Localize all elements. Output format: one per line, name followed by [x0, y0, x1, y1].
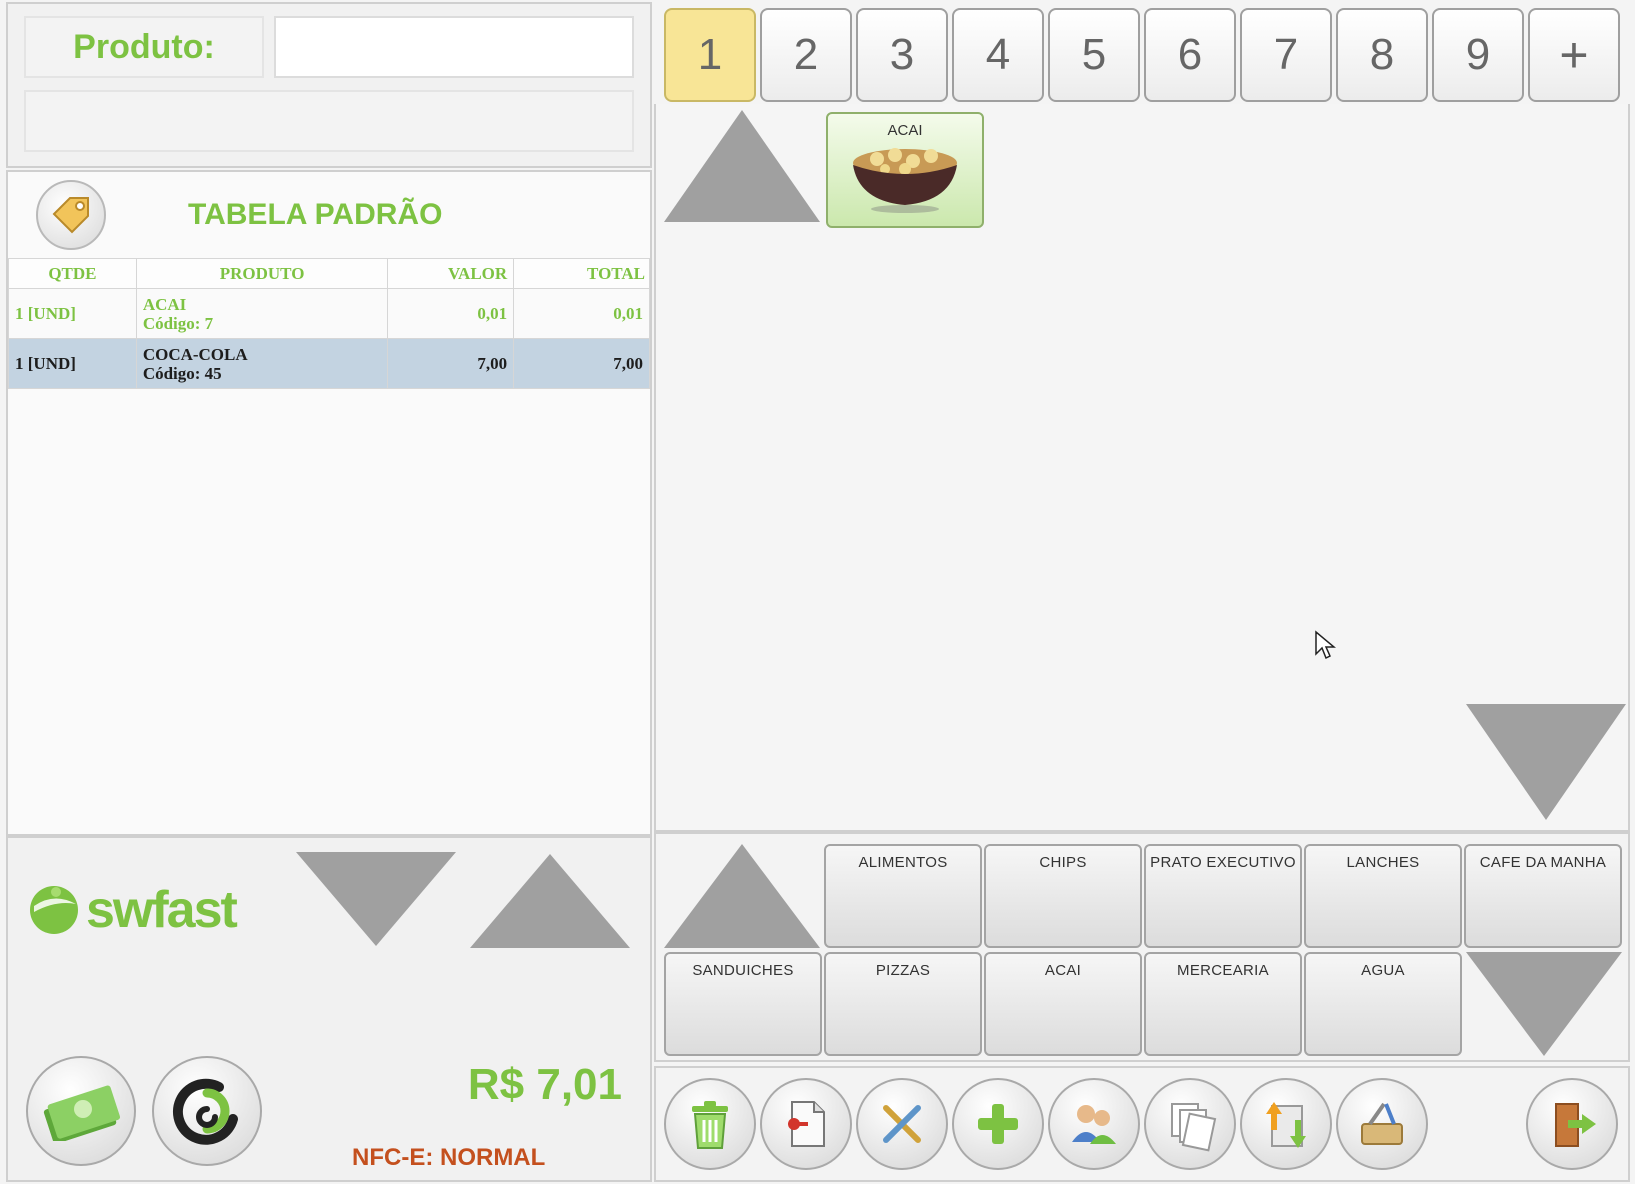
product-description-field	[24, 90, 634, 152]
trash-icon	[692, 1101, 728, 1149]
item-value: 0,01	[387, 288, 515, 339]
tab-8[interactable]: 8	[1336, 8, 1428, 102]
category-sanduiches[interactable]: SANDUICHES	[664, 952, 822, 1056]
nfce-status: NFC-E: NORMAL	[352, 1144, 546, 1171]
products-scroll-up-arrow[interactable]	[664, 110, 820, 222]
toolbox-icon	[1361, 1102, 1403, 1145]
exit-button[interactable]	[1526, 1078, 1618, 1170]
users-icon	[1072, 1105, 1116, 1144]
exit-door-icon	[1555, 1103, 1596, 1147]
pos-window: { "product_entry": { "label": "Produto:"…	[0, 0, 1635, 1184]
category-lanches[interactable]: LANCHES	[1304, 844, 1462, 948]
item-product: COCA-COLA Código: 45	[135, 338, 389, 389]
category-acai[interactable]: ACAI	[984, 952, 1142, 1056]
action-toolbar	[654, 1066, 1630, 1182]
acai-bowl-image	[853, 148, 957, 213]
tools-button[interactable]	[1336, 1078, 1428, 1170]
item-total: 0,01	[513, 288, 650, 339]
table-row[interactable]: 1 [UND] COCA-COLA Código: 45 7,00 7,00	[8, 338, 650, 389]
mouse-cursor-icon	[1315, 630, 1336, 660]
category-prato-executivo[interactable]: PRATO EXECUTIVO	[1144, 844, 1302, 948]
column-header-qty: QTDE	[8, 258, 137, 289]
category-cafe-da-manha[interactable]: CAFE DA MANHA	[1464, 844, 1622, 948]
swfast-action-button[interactable]	[152, 1056, 262, 1166]
product-tile-acai[interactable]: ACAI	[826, 112, 984, 228]
item-code: Código: 7	[142, 313, 214, 333]
product-entry-panel: Produto:	[6, 2, 652, 168]
swfast-swirl-icon	[172, 1078, 238, 1145]
column-header-value: VALOR	[387, 258, 515, 289]
customers-button[interactable]	[1048, 1078, 1140, 1170]
cross-tools-icon	[883, 1105, 921, 1143]
category-pizzas[interactable]: PIZZAS	[824, 952, 982, 1056]
item-qty: 1 [UND]	[8, 288, 137, 339]
tab-add[interactable]: +	[1528, 8, 1620, 102]
price-table-title: TABELA PADRÃO	[188, 198, 443, 231]
item-value: 7,00	[387, 338, 515, 389]
document-button[interactable]	[760, 1078, 852, 1170]
logo-text: swfast	[86, 881, 238, 939]
product-label: Produto:	[24, 16, 264, 78]
transfer-button[interactable]	[1240, 1078, 1332, 1170]
item-name: COCA-COLA	[142, 344, 248, 364]
table-row[interactable]: 1 [UND] ACAI Código: 7 0,01 0,01	[8, 288, 650, 339]
items-table: QTDE PRODUTO VALOR TOTAL 1 [UND] ACAI Có…	[8, 258, 650, 389]
plus-icon	[978, 1104, 1018, 1144]
tab-2[interactable]: 2	[760, 8, 852, 102]
cash-money-icon	[43, 1085, 121, 1141]
cancel-tools-button[interactable]	[856, 1078, 948, 1170]
tab-6[interactable]: 6	[1144, 8, 1236, 102]
item-total: 7,00	[513, 338, 650, 389]
price-tag-icon	[52, 197, 89, 234]
scroll-down-arrow[interactable]	[296, 852, 456, 946]
transfer-arrows-icon	[1266, 1102, 1306, 1148]
products-scroll-down-arrow[interactable]	[1466, 704, 1626, 820]
categories-scroll-down-arrow[interactable]	[1466, 952, 1622, 1056]
payment-button[interactable]	[26, 1056, 136, 1166]
tab-9[interactable]: 9	[1432, 8, 1524, 102]
category-chips[interactable]: CHIPS	[984, 844, 1142, 948]
item-product: ACAI Código: 7	[135, 288, 389, 339]
scroll-up-arrow[interactable]	[470, 854, 630, 948]
product-input[interactable]	[274, 16, 634, 78]
total-amount: R$ 7,01	[467, 1060, 622, 1109]
tab-1[interactable]: 1	[664, 8, 756, 102]
swfast-logo: swfast	[26, 880, 238, 940]
tab-7[interactable]: 7	[1240, 8, 1332, 102]
categories-panel: ALIMENTOS CHIPS PRATO EXECUTIVO LANCHES …	[654, 832, 1630, 1062]
item-name: ACAI	[142, 294, 187, 314]
column-header-total: TOTAL	[513, 258, 650, 289]
tab-5[interactable]: 5	[1048, 8, 1140, 102]
swfast-logo-icon	[30, 886, 78, 934]
delete-button[interactable]	[664, 1078, 756, 1170]
pages-icon	[1171, 1103, 1217, 1152]
page-tabs: 1 2 3 4 5 6 7 8 9 +	[662, 8, 1628, 104]
items-panel: TABELA PADRÃO QTDE PRODUTO VALOR TOTAL 1…	[6, 170, 652, 836]
category-mercearia[interactable]: MERCEARIA	[1144, 952, 1302, 1056]
category-alimentos[interactable]: ALIMENTOS	[824, 844, 982, 948]
product-tile-label: ACAI	[887, 122, 923, 139]
tab-3[interactable]: 3	[856, 8, 948, 102]
categories-scroll-up-arrow[interactable]	[664, 844, 820, 948]
item-code: Código: 45	[142, 363, 222, 383]
tab-4[interactable]: 4	[952, 8, 1044, 102]
add-button[interactable]	[952, 1078, 1044, 1170]
document-icon	[788, 1101, 825, 1147]
item-qty: 1 [UND]	[8, 338, 137, 389]
column-header-product: PRODUTO	[135, 258, 389, 289]
summary-panel: swfast R$ 7,01 NFC-E: NORMAL	[6, 836, 652, 1182]
price-table-button[interactable]	[36, 180, 106, 250]
copies-button[interactable]	[1144, 1078, 1236, 1170]
products-area: ACAI	[654, 104, 1630, 832]
category-agua[interactable]: AGUA	[1304, 952, 1462, 1056]
